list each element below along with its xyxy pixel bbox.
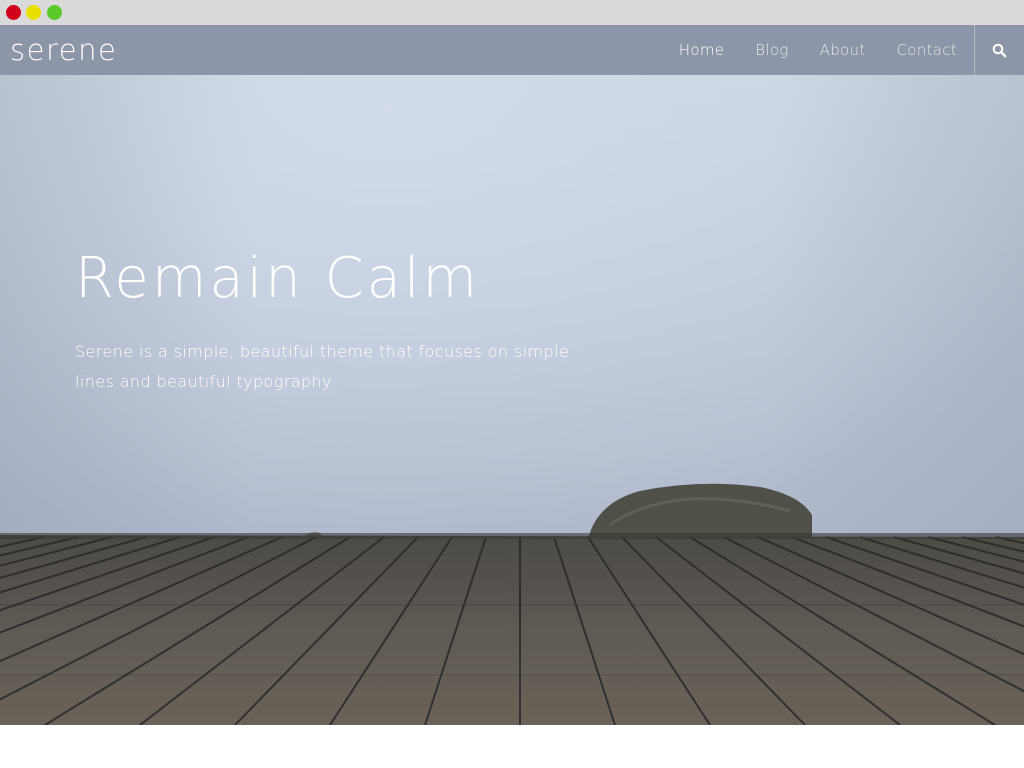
hero-section: Remain Calm Serene is a simple, beautifu…	[0, 75, 1024, 725]
content-area	[0, 725, 1024, 768]
nav-link-contact[interactable]: Contact	[897, 41, 957, 59]
search-icon	[992, 43, 1007, 57]
window-close-button[interactable]	[6, 5, 21, 20]
window-title-bar	[0, 0, 1024, 25]
hero-title: Remain Calm	[75, 246, 481, 311]
hero-subtitle: Serene is a simple, beautiful theme that…	[75, 342, 570, 391]
nav-link-home[interactable]: Home	[679, 41, 725, 59]
window-maximize-button[interactable]	[47, 5, 62, 20]
nav-menu: Home Blog About Contact	[648, 25, 957, 75]
nav-link-blog[interactable]: Blog	[755, 41, 788, 59]
site-logo[interactable]: serene	[10, 30, 117, 70]
window-minimize-button[interactable]	[26, 5, 41, 20]
search-button[interactable]	[974, 25, 1024, 75]
hero-background-image	[0, 75, 1024, 725]
site-navbar: serene Home Blog About Contact	[0, 25, 1024, 75]
nav-link-about[interactable]: About	[820, 41, 866, 59]
